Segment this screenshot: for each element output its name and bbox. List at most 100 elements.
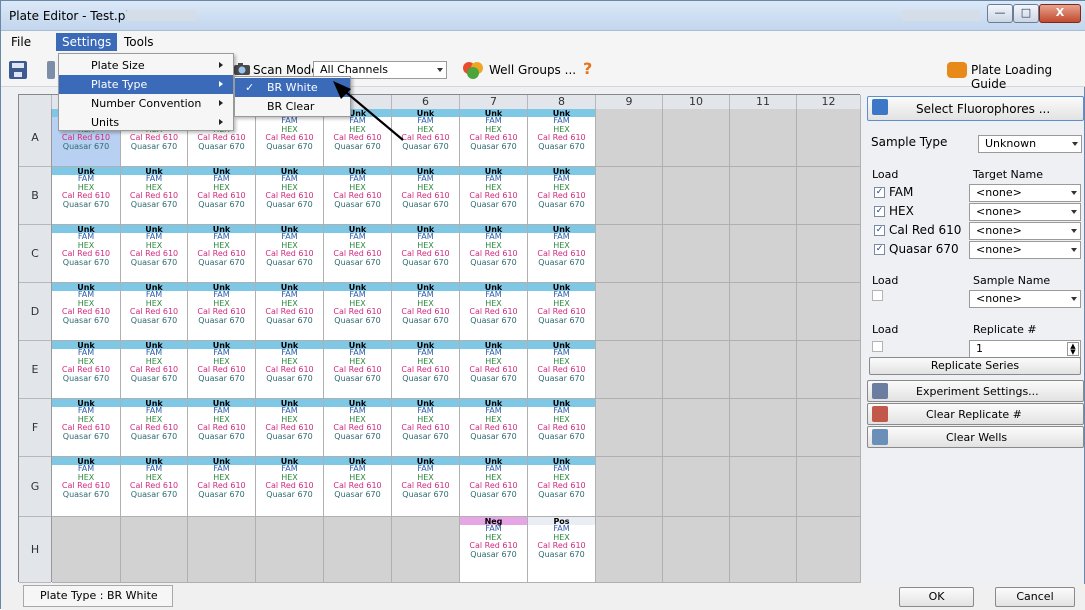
- well[interactable]: UnkFAMHEXCal Red 610Quasar 670: [528, 341, 596, 399]
- plate-loading-guide-button[interactable]: Plate Loading Guide: [971, 63, 1085, 91]
- well[interactable]: UnkFAMHEXCal Red 610Quasar 670: [121, 457, 188, 517]
- menu-plate-type[interactable]: Plate Type: [59, 75, 233, 94]
- well[interactable]: [730, 399, 797, 457]
- well[interactable]: [596, 225, 663, 283]
- well[interactable]: UnkFAMHEXCal Red 610Quasar 670: [324, 283, 392, 341]
- well[interactable]: UnkFAMHEXCal Red 610Quasar 670: [528, 225, 596, 283]
- well[interactable]: UnkFAMHEXCal Red 610Quasar 670: [392, 283, 460, 341]
- well[interactable]: [596, 109, 663, 167]
- well[interactable]: UnkFAMHEXCal Red 610Quasar 670: [460, 225, 528, 283]
- row-header-G[interactable]: G: [19, 457, 51, 517]
- grid-corner-header[interactable]: [19, 95, 52, 109]
- well[interactable]: UnkFAMHEXCal Red 610Quasar 670: [188, 225, 256, 283]
- spinner-arrows-icon[interactable]: ▲ ▼: [1067, 342, 1079, 356]
- well[interactable]: [797, 167, 861, 225]
- well[interactable]: UnkFAMHEXCal Red 610Quasar 670: [52, 341, 121, 399]
- well[interactable]: [596, 341, 663, 399]
- print-icon[interactable]: [47, 61, 55, 79]
- well[interactable]: UnkFAMHEXCal Red 610Quasar 670: [528, 457, 596, 517]
- well[interactable]: [596, 399, 663, 457]
- replicate-spinner[interactable]: 1 ▲ ▼: [969, 340, 1081, 358]
- well[interactable]: UnkFAMHEXCal Red 610Quasar 670: [460, 109, 528, 167]
- well[interactable]: [188, 517, 256, 583]
- well[interactable]: UnkFAMHEXCal Red 610Quasar 670: [256, 283, 324, 341]
- row-header-A[interactable]: A: [19, 109, 51, 167]
- target-name-select[interactable]: <none>: [969, 241, 1081, 259]
- maximize-button[interactable]: □: [1013, 4, 1039, 23]
- well[interactable]: UnkFAMHEXCal Red 610Quasar 670: [460, 457, 528, 517]
- row-header-F[interactable]: F: [19, 399, 51, 457]
- well-groups-button[interactable]: Well Groups ...: [489, 63, 576, 77]
- row-header-H[interactable]: H: [19, 517, 51, 583]
- save-icon[interactable]: [9, 61, 27, 79]
- menu-file[interactable]: File: [5, 33, 37, 51]
- well[interactable]: UnkFAMHEXCal Red 610Quasar 670: [460, 341, 528, 399]
- target-name-select[interactable]: <none>: [969, 203, 1081, 221]
- menu-settings[interactable]: Settings: [56, 33, 118, 51]
- well[interactable]: [663, 109, 730, 167]
- well[interactable]: UnkFAMHEXCal Red 610Quasar 670: [392, 167, 460, 225]
- well[interactable]: Pos FAM HEX Cal Red 610 Quasar 670: [528, 517, 596, 583]
- well[interactable]: [596, 457, 663, 517]
- well[interactable]: UnkFAMHEXCal Red 610Quasar 670: [188, 283, 256, 341]
- row-header-B[interactable]: B: [19, 167, 51, 225]
- well[interactable]: UnkFAMHEXCal Red 610Quasar 670: [528, 399, 596, 457]
- well[interactable]: [730, 167, 797, 225]
- well[interactable]: UnkFAMHEXCal Red 610Quasar 670: [121, 399, 188, 457]
- menu-units[interactable]: Units: [59, 113, 233, 132]
- well-groups-icon[interactable]: [462, 60, 484, 80]
- well[interactable]: UnkFAMHEXCal Red 610Quasar 670: [188, 167, 256, 225]
- well[interactable]: UnkFAMHEXCal Red 610Quasar 670: [256, 399, 324, 457]
- column-header-12[interactable]: 12: [797, 95, 861, 109]
- well[interactable]: [596, 283, 663, 341]
- well[interactable]: [596, 517, 663, 583]
- well[interactable]: UnkFAMHEXCal Red 610Quasar 670: [324, 167, 392, 225]
- sample-type-select[interactable]: Unknown: [978, 135, 1082, 153]
- column-header-9[interactable]: 9: [596, 95, 663, 109]
- minimize-button[interactable]: —: [987, 4, 1013, 23]
- ok-button[interactable]: OK: [899, 587, 974, 607]
- load-target-checkbox[interactable]: ✓: [874, 244, 885, 255]
- column-header-10[interactable]: 10: [663, 95, 730, 109]
- well[interactable]: UnkFAMHEXCal Red 610Quasar 670: [324, 225, 392, 283]
- well[interactable]: [256, 517, 324, 583]
- column-header-7[interactable]: 7: [460, 95, 528, 109]
- well[interactable]: UnkFAMHEXCal Red 610Quasar 670: [528, 283, 596, 341]
- well[interactable]: UnkFAMHEXCal Red 610Quasar 670: [256, 457, 324, 517]
- well[interactable]: UnkFAMHEXCal Red 610Quasar 670: [324, 457, 392, 517]
- well[interactable]: [121, 517, 188, 583]
- well[interactable]: [663, 283, 730, 341]
- help-icon[interactable]: ?: [583, 59, 592, 78]
- load-target-checkbox[interactable]: ✓: [874, 225, 885, 236]
- well[interactable]: UnkFAMHEXCal Red 610Quasar 670: [460, 283, 528, 341]
- menu-plate-size[interactable]: Plate Size: [59, 56, 233, 75]
- well[interactable]: UnkFAMHEXCal Red 610Quasar 670: [121, 283, 188, 341]
- load-replicate-checkbox[interactable]: [872, 341, 883, 352]
- well[interactable]: [730, 341, 797, 399]
- well[interactable]: [797, 341, 861, 399]
- load-sample-name-checkbox[interactable]: [872, 290, 883, 301]
- sample-name-select[interactable]: <none>: [969, 290, 1081, 308]
- well[interactable]: UnkFAMHEXCal Red 610Quasar 670: [528, 109, 596, 167]
- well[interactable]: [797, 457, 861, 517]
- experiment-settings-button[interactable]: Experiment Settings...: [867, 380, 1084, 402]
- menu-tools[interactable]: Tools: [118, 33, 160, 51]
- well[interactable]: [663, 517, 730, 583]
- well[interactable]: UnkFAMHEXCal Red 610Quasar 670: [52, 167, 121, 225]
- well[interactable]: [797, 225, 861, 283]
- well[interactable]: [663, 167, 730, 225]
- plate-loading-guide-icon[interactable]: [947, 62, 967, 78]
- well[interactable]: [663, 399, 730, 457]
- well[interactable]: Neg FAM HEX Cal Red 610 Quasar 670: [460, 517, 528, 583]
- well[interactable]: [730, 109, 797, 167]
- well[interactable]: UnkFAMHEXCal Red 610Quasar 670: [528, 167, 596, 225]
- well[interactable]: [797, 109, 861, 167]
- well[interactable]: UnkFAMHEXCal Red 610Quasar 670: [121, 225, 188, 283]
- select-fluorophores-button[interactable]: Select Fluorophores ...: [867, 96, 1084, 121]
- column-header-11[interactable]: 11: [730, 95, 797, 109]
- well[interactable]: [52, 517, 121, 583]
- menu-number-convention[interactable]: Number Convention: [59, 94, 233, 113]
- well[interactable]: UnkFAMHEXCal Red 610Quasar 670: [460, 399, 528, 457]
- well[interactable]: UnkFAMHEXCal Red 610Quasar 670: [256, 341, 324, 399]
- well[interactable]: UnkFAMHEXCal Red 610Quasar 670: [188, 457, 256, 517]
